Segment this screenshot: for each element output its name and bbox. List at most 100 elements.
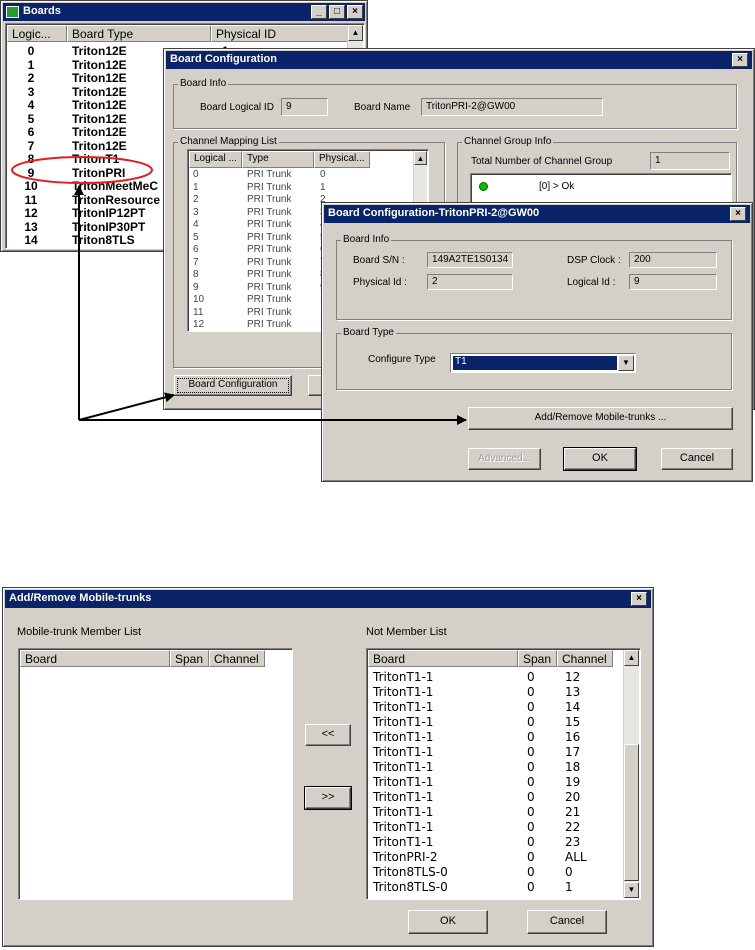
column-header-board[interactable]: Board	[20, 650, 170, 667]
span-cell: 0	[527, 790, 535, 804]
board-type-cell: Triton8TLS	[72, 233, 135, 247]
column-header-board-type[interactable]: Board Type	[67, 25, 211, 42]
close-icon[interactable]: ×	[347, 5, 363, 19]
column-header-channel[interactable]: Channel	[209, 650, 265, 667]
scroll-thumb[interactable]	[624, 744, 639, 881]
ok-button[interactable]: OK	[563, 447, 637, 471]
board-configuration-button[interactable]: Board Configuration	[174, 375, 292, 396]
pri-title: Board Configuration-TritonPRI-2@GW00	[328, 207, 540, 219]
column-header-physical-id[interactable]: Physical ID	[211, 25, 351, 42]
logical-cell: 3	[193, 206, 199, 218]
close-icon[interactable]: ×	[730, 207, 746, 221]
column-header-logical[interactable]: Logic...	[7, 25, 67, 42]
channel-cell: 22	[565, 820, 581, 834]
span-cell: 0	[527, 715, 535, 729]
logical-id-cell: 10	[24, 179, 38, 193]
dsp-clock-field[interactable]: 200	[629, 252, 717, 268]
board-config-titlebar[interactable]: Board Configuration ×	[166, 51, 752, 69]
logical-cell: 8	[193, 269, 199, 280]
board-cell: TritonT1-1	[373, 745, 434, 759]
channel-cell: 20	[565, 790, 581, 804]
type-cell: PRI Trunk	[247, 244, 292, 255]
column-header-type[interactable]: Type	[242, 151, 314, 168]
channel-cell: 21	[565, 805, 581, 819]
logical-cell: 5	[193, 231, 199, 243]
type-cell: PRI Trunk	[247, 256, 292, 268]
logical-id-cell: 0	[27, 44, 35, 58]
physical-cell: 0	[320, 169, 326, 180]
maximize-icon[interactable]: □	[329, 5, 345, 19]
ok-button[interactable]: OK	[408, 910, 488, 934]
type-cell: PRI Trunk	[247, 194, 292, 205]
channel-cell: 18	[565, 760, 581, 774]
close-icon[interactable]: ×	[732, 53, 748, 67]
total-groups-field[interactable]: 1	[650, 152, 730, 170]
boards-titlebar[interactable]: Boards _ □ ×	[3, 3, 365, 21]
sn-label: Board S/N :	[353, 255, 405, 266]
type-cell: PRI Trunk	[247, 219, 292, 230]
physical-id-field[interactable]: 2	[427, 274, 513, 290]
scroll-down-icon[interactable]: ▼	[624, 882, 639, 898]
column-header-logical[interactable]: Logical ...	[189, 151, 242, 168]
board-type-cell: TritonIP30PT	[72, 219, 146, 234]
channel-group-label: Channel Group Info	[462, 136, 554, 147]
span-cell: 0	[527, 685, 535, 699]
column-header-physical[interactable]: Physical...	[314, 151, 370, 168]
pri-board-info-label: Board Info	[341, 234, 392, 245]
logical-cell: 0	[193, 169, 199, 180]
board-cell: TritonT1-1	[373, 700, 434, 714]
board-type-cell: TritonResource	[72, 192, 161, 207]
dropdown-arrow-icon[interactable]: ▼	[618, 355, 634, 371]
scroll-up-icon[interactable]: ▲	[624, 650, 639, 666]
logical-id-label: Logical Id :	[567, 277, 616, 288]
column-header-channel[interactable]: Channel	[557, 650, 613, 667]
cancel-button[interactable]: Cancel	[527, 910, 607, 934]
arrow-to-board-config	[78, 392, 175, 421]
logical-cell: 12	[193, 319, 205, 330]
board-name-field[interactable]: TritonPRI-2@GW00	[421, 98, 603, 116]
not-member-scrollbar[interactable]: ▲ ▼	[623, 650, 639, 898]
move-left-button[interactable]: <<	[305, 724, 351, 746]
board-cell: TritonT1-1	[373, 805, 434, 819]
minimize-icon[interactable]: _	[311, 5, 327, 19]
channel-cell: 15	[565, 715, 581, 729]
logical-id-label: Board Logical ID	[200, 102, 274, 113]
channel-cell: 0	[565, 865, 573, 879]
column-header-span[interactable]: Span	[518, 650, 557, 667]
logical-id-cell: 9	[27, 165, 35, 180]
not-member-list[interactable]: Board Span Channel TritonT1-1 0 12 TritonT1…	[366, 648, 641, 900]
mobile-trunks-title: Add/Remove Mobile-trunks	[9, 592, 152, 604]
logical-id-cell: 2	[27, 71, 35, 85]
logical-id-field[interactable]: 9	[281, 98, 328, 116]
configure-type-select[interactable]: T1 ▼	[450, 353, 636, 373]
member-list[interactable]: Board Span Channel	[18, 648, 293, 900]
close-icon[interactable]: ×	[631, 592, 647, 606]
advanced-button[interactable]: Advanced...	[468, 448, 541, 470]
board-type-cell: TritonIP12PT	[72, 206, 146, 220]
board-cell: TritonT1-1	[373, 790, 434, 804]
span-cell: 0	[527, 865, 535, 879]
board-cell: TritonT1-1	[373, 730, 434, 744]
sn-field[interactable]: 149A2TE1S0134	[427, 252, 513, 268]
channel-cell: 14	[565, 700, 581, 714]
type-cell: PRI Trunk	[247, 181, 292, 193]
pri-titlebar[interactable]: Board Configuration-TritonPRI-2@GW00 ×	[324, 205, 750, 223]
board-type-cell: Triton12E	[72, 125, 127, 139]
channel-cell: 12	[565, 670, 581, 684]
board-type-cell: TritonMeetMeC	[72, 179, 159, 193]
scroll-up-icon[interactable]: ▲	[414, 151, 427, 165]
channel-cell: 1	[565, 880, 573, 894]
type-cell: PRI Trunk	[247, 269, 292, 280]
column-header-board[interactable]: Board	[368, 650, 518, 667]
board-cell: TritonT1-1	[373, 685, 434, 699]
move-right-button[interactable]: >>	[304, 786, 352, 810]
board-cell: TritonPRI-2	[373, 850, 438, 864]
cancel-button[interactable]: Cancel	[661, 448, 733, 470]
add-remove-mobile-trunks-button[interactable]: Add/Remove Mobile-trunks ...	[468, 407, 733, 430]
mobile-trunks-titlebar[interactable]: Add/Remove Mobile-trunks ×	[5, 590, 651, 608]
scroll-up-icon[interactable]: ▲	[348, 25, 363, 41]
column-header-span[interactable]: Span	[170, 650, 209, 667]
board-type-cell: TritonPRI	[72, 165, 126, 180]
board-type-cell: Triton12E	[72, 57, 127, 72]
logical-id-field[interactable]: 9	[629, 274, 717, 290]
